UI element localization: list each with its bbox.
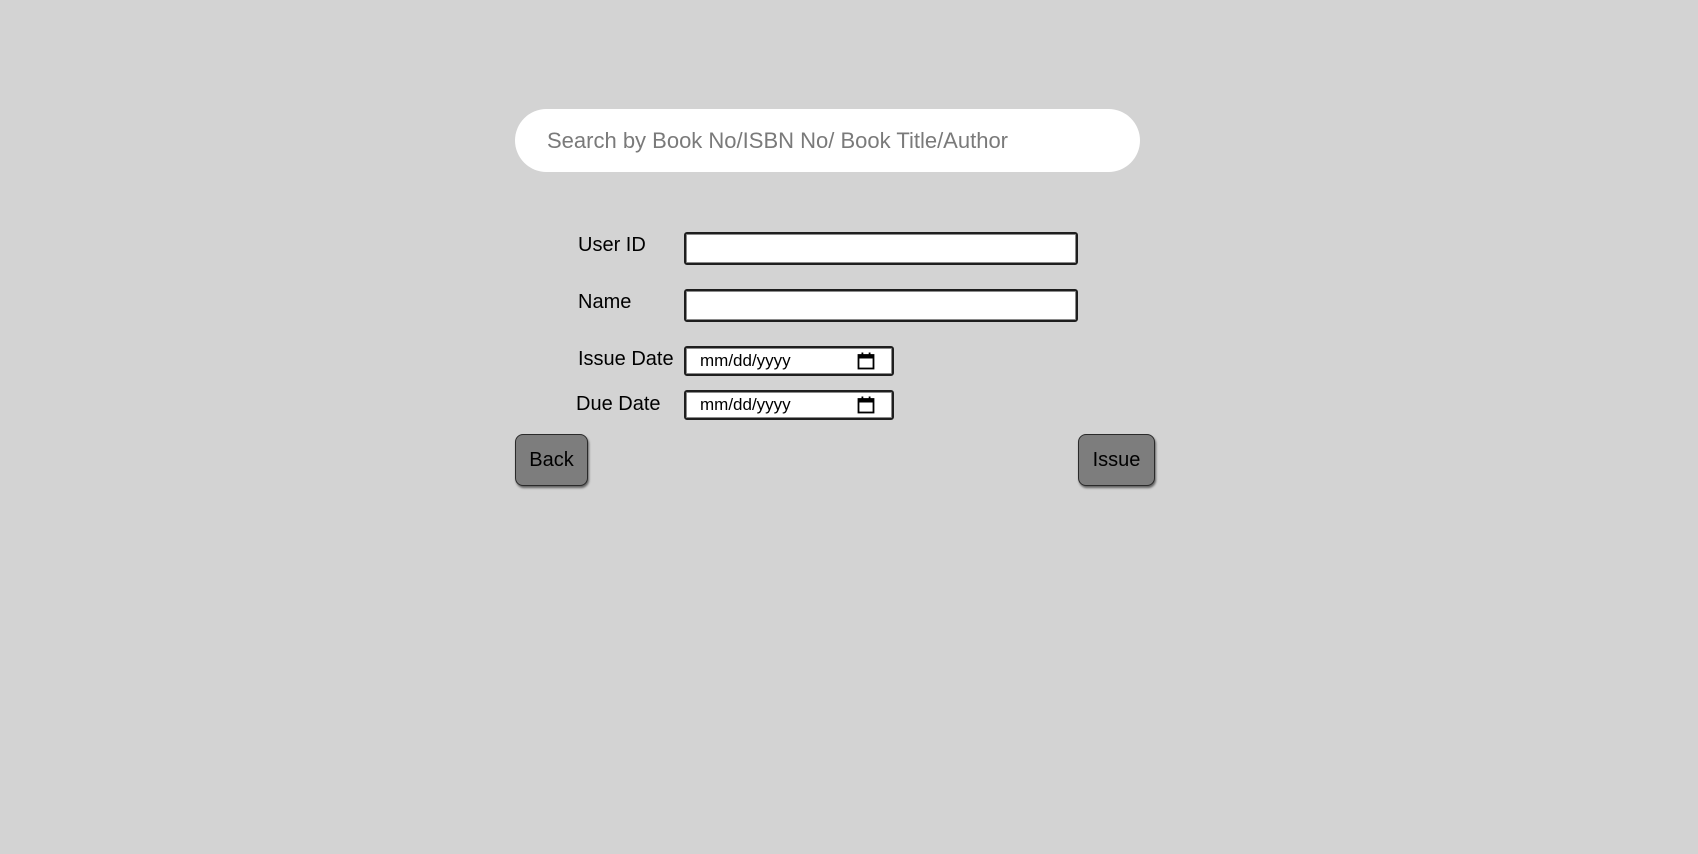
search-input[interactable] — [547, 127, 1108, 154]
back-button[interactable]: Back — [515, 434, 588, 486]
user-id-label: User ID — [578, 234, 646, 256]
calendar-icon[interactable] — [857, 352, 875, 370]
due-date-value: mm/dd/yyyy — [700, 395, 791, 414]
name-label: Name — [578, 291, 632, 313]
user-id-field[interactable] — [684, 232, 1078, 265]
issue-date-field[interactable]: mm/dd/yyyy — [684, 346, 894, 376]
due-date-field[interactable]: mm/dd/yyyy — [684, 390, 894, 420]
issue-date-label: Issue Date — [578, 348, 674, 370]
issue-date-value: mm/dd/yyyy — [700, 351, 791, 370]
issue-button[interactable]: Issue — [1078, 434, 1155, 486]
due-date-label: Due Date — [576, 393, 661, 415]
search-bar[interactable] — [515, 109, 1140, 172]
calendar-icon[interactable] — [857, 396, 875, 414]
name-field[interactable] — [684, 289, 1078, 322]
